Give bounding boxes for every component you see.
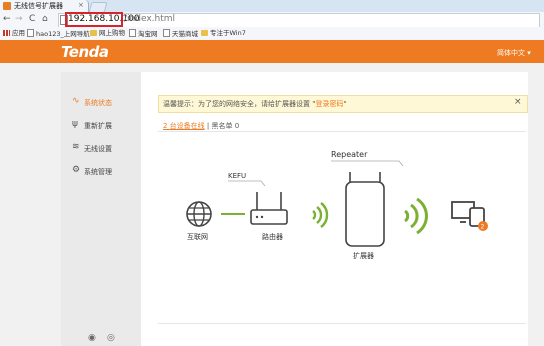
browser-tab[interactable]: 无线信号扩展器 × [0, 0, 89, 12]
extender-ssid-pointer [331, 160, 404, 167]
forward-icon[interactable]: → [15, 13, 23, 26]
router-ssid-pointer [228, 180, 266, 187]
page-icon [129, 29, 136, 37]
refresh-icon[interactable]: C [29, 13, 35, 26]
notice-suffix: " [343, 100, 347, 108]
extender-signal-icon [403, 197, 428, 235]
folder-icon [90, 30, 97, 36]
antenna-icon: ψ [72, 119, 78, 129]
extender-ssid-label: Repeater [331, 150, 368, 159]
sidebar-item-label: 重新扩展 [84, 122, 112, 130]
sidebar-item-label: 无线设置 [84, 145, 112, 153]
home-icon[interactable]: ⌂ [42, 13, 48, 26]
page-icon [163, 29, 170, 37]
sidebar [61, 72, 141, 346]
bookmark-tmall[interactable]: 天猫商城 [163, 29, 198, 39]
weibo-icon[interactable]: ◉ [88, 333, 96, 343]
notice-text: 温馨提示：为了您的网络安全，请给扩展器设置 "登录密码" [163, 99, 347, 109]
devices-online-link[interactable]: 2 台设备在线 [163, 122, 205, 130]
page-icon [27, 29, 34, 37]
bookmark-apps[interactable]: 应用 [3, 29, 25, 38]
back-icon[interactable]: ← [3, 13, 11, 26]
bookmark-shopping[interactable]: 网上购物 [90, 29, 125, 38]
globe-icon [186, 201, 212, 227]
sidebar-item-system-management[interactable]: ⚙ 系统管理 [61, 161, 141, 181]
network-diagram: 互联网 路由器 KEFU Repeater 扩展器 2 [186, 150, 488, 260]
tab-title: 无线信号扩展器 [14, 2, 63, 10]
bookmark-label: 天猫商城 [172, 30, 198, 38]
sidebar-item-system-status[interactable]: ∿ 系统状态 [61, 92, 141, 112]
internet-label: 互联网 [187, 232, 208, 241]
sidebar-item-label: 系统管理 [84, 168, 112, 176]
tab-favicon-icon [3, 2, 11, 10]
gear-icon: ⚙ [72, 165, 81, 175]
language-select[interactable]: 简体中文 ▾ [497, 48, 531, 58]
bookmark-label: hao123_上网导航 [36, 30, 90, 38]
extender-icon [345, 172, 385, 247]
sidebar-item-re-extend[interactable]: ψ 重新扩展 [61, 115, 141, 135]
tenda-logo: Tenda [61, 43, 109, 61]
bookmark-label: 专注于Win7 [210, 29, 246, 37]
device-summary: 2 台设备在线 | 黑名单 0 [163, 121, 239, 131]
notice-close-icon[interactable]: × [514, 97, 522, 107]
router-icon [250, 192, 288, 225]
sidebar-item-wireless[interactable]: ≋ 无线设置 [61, 138, 141, 158]
pulse-icon: ∿ [72, 96, 80, 106]
bottom-divider [158, 323, 526, 324]
url-path[interactable]: /index.html [124, 14, 175, 24]
client-count: 2 [481, 224, 485, 231]
bookmark-label: 应用 [12, 29, 25, 37]
folder-icon [201, 30, 208, 36]
tab-close-icon[interactable]: × [78, 1, 84, 9]
notice-prefix: 温馨提示：为了您的网络安全，请给扩展器设置 " [163, 100, 316, 108]
wechat-icon[interactable]: ◎ [107, 333, 115, 343]
bookmark-hao123[interactable]: hao123_上网导航 [27, 29, 90, 39]
apps-icon [3, 30, 10, 36]
bookmark-label: 网上购物 [99, 29, 125, 37]
login-password-link[interactable]: 登录密码 [315, 100, 343, 108]
bookmark-taobao[interactable]: 淘宝网 [129, 29, 158, 39]
wifi-icon: ≋ [72, 142, 80, 152]
router-signal-icon [312, 202, 329, 228]
blacklist-count[interactable]: | 黑名单 0 [205, 122, 239, 130]
sidebar-item-label: 系统状态 [84, 99, 112, 107]
router-label: 路由器 [262, 232, 283, 241]
bookmark-label: 淘宝网 [138, 30, 158, 38]
extender-label: 扩展器 [353, 251, 374, 260]
router-ssid-label: KEFU [228, 172, 246, 180]
bookmark-win7[interactable]: 专注于Win7 [201, 29, 246, 38]
